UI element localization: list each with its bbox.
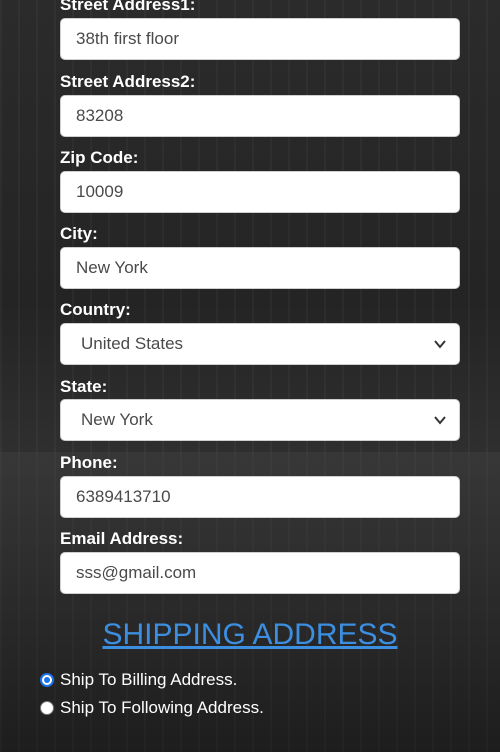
ship-to-following-label: Ship To Following Address.: [60, 698, 264, 717]
state-select[interactable]: New York: [60, 399, 460, 441]
email-field[interactable]: sss@gmail.com: [60, 552, 460, 594]
shipping-address-heading: SHIPPING ADDRESS: [102, 618, 398, 651]
email-label: Email Address:: [60, 529, 184, 548]
chevron-down-icon: [434, 416, 446, 425]
street-address2-label: Street Address2:: [60, 72, 196, 91]
street-address2-field[interactable]: 83208: [60, 95, 460, 137]
zip-code-label: Zip Code:: [60, 148, 139, 167]
country-selected: United States: [81, 334, 184, 353]
radio-button-checked[interactable]: [40, 673, 54, 687]
radio-button[interactable]: [40, 701, 54, 715]
ship-to-following-option[interactable]: Ship To Following Address.: [40, 698, 264, 718]
phone-label: Phone:: [60, 453, 118, 472]
ship-to-billing-label: Ship To Billing Address.: [60, 670, 238, 689]
city-value: New York: [76, 258, 148, 277]
email-value: sss@gmail.com: [76, 563, 197, 582]
city-label: City:: [60, 224, 98, 243]
state-label: State:: [60, 377, 108, 396]
country-select[interactable]: United States: [60, 323, 460, 365]
street-address1-label: Street Address1:: [60, 0, 196, 14]
state-selected: New York: [81, 410, 153, 429]
ship-to-billing-option[interactable]: Ship To Billing Address.: [40, 670, 237, 690]
chevron-down-icon: [434, 340, 446, 349]
city-field[interactable]: New York: [60, 247, 460, 289]
phone-value: 6389413710: [76, 487, 171, 506]
street-address1-value: 38th first floor: [76, 29, 179, 48]
zip-code-value: 10009: [76, 182, 124, 201]
zip-code-field[interactable]: 10009: [60, 171, 460, 213]
street-address2-value: 83208: [76, 106, 124, 125]
country-label: Country:: [60, 300, 131, 319]
phone-field[interactable]: 6389413710: [60, 476, 460, 518]
street-address1-field[interactable]: 38th first floor: [60, 18, 460, 60]
